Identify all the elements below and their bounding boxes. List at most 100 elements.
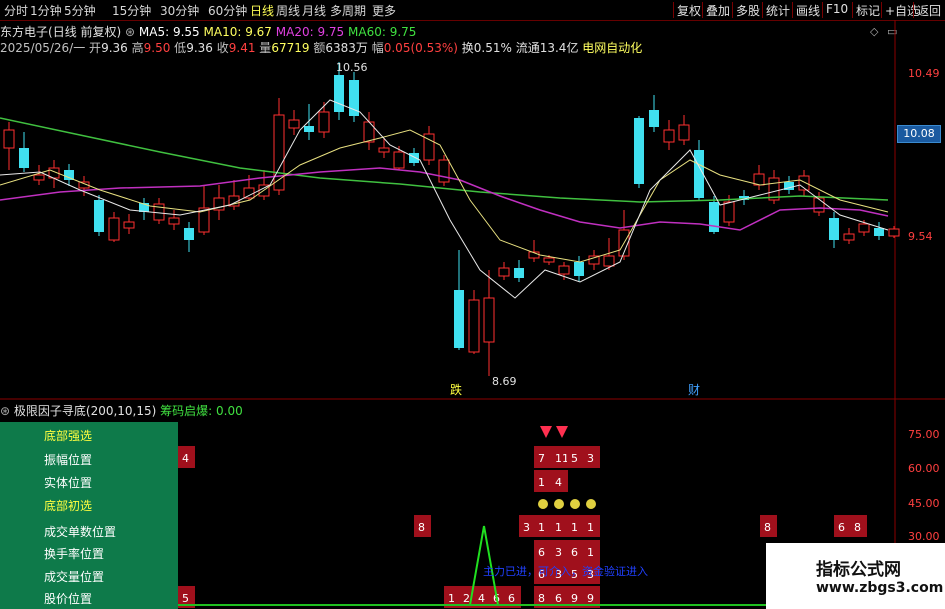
signal-cell-value: 6 <box>571 546 578 559</box>
legend-item-4: 成交单数位置 <box>44 525 117 539</box>
candle-body <box>753 173 765 186</box>
candle-body <box>393 151 405 169</box>
candle-body <box>243 187 255 199</box>
bomb-icon <box>586 499 596 509</box>
candle-body <box>123 221 135 229</box>
signal-cell-value: 4 <box>182 452 189 465</box>
signal-cell-value: 4 <box>478 592 485 605</box>
legend-item-5: 换手率位置 <box>44 547 105 561</box>
signal-cell-value: 5 <box>182 592 189 605</box>
legend-item-2: 实体位置 <box>44 476 93 490</box>
signal-cell-value: 8 <box>418 521 425 534</box>
candle-body <box>454 290 464 348</box>
price-axis-bottom: 9.54 <box>908 230 933 243</box>
candle-body <box>168 217 180 225</box>
candle-body <box>288 119 300 129</box>
candle-body <box>94 200 104 232</box>
signal-cell-value: 9 <box>587 592 594 605</box>
signal-cell-value: 6 <box>555 592 562 605</box>
signal-cell-value: 3 <box>587 452 594 465</box>
candle-body <box>498 267 510 277</box>
signal-cell-value: 8 <box>538 592 545 605</box>
candle-body <box>33 174 45 181</box>
bomb-icon <box>538 499 548 509</box>
site-watermark: 指标公式网 www.zbgs3.com <box>766 543 945 609</box>
candle-body <box>273 114 285 191</box>
candle-body <box>694 150 704 198</box>
bomb-icon <box>570 499 580 509</box>
candle-body <box>558 265 570 275</box>
candle-body <box>514 268 524 278</box>
candle-body <box>813 197 825 213</box>
candle-body <box>483 297 495 343</box>
signal-cell-value: 2 <box>463 592 470 605</box>
ind-axis-45: 45.00 <box>908 497 940 510</box>
signal-cell-value: 3 <box>555 546 562 559</box>
signal-cell-value: 3 <box>523 521 530 534</box>
candle-body <box>378 147 390 153</box>
signal-cell-value: 1 <box>538 521 545 534</box>
candle-body <box>723 201 735 223</box>
signal-cell-value: 11 <box>555 452 569 465</box>
signal-cell-value: 1 <box>571 521 578 534</box>
candle-body <box>334 75 344 112</box>
signal-cell-value: 7 <box>538 452 545 465</box>
legend-item-6: 成交量位置 <box>44 570 105 584</box>
signal-cell-value: 8 <box>854 521 861 534</box>
candle-body <box>649 110 659 127</box>
candle-body <box>543 257 555 263</box>
ind-axis-60: 60.00 <box>908 462 940 475</box>
candle-body <box>108 217 120 241</box>
candle-body <box>438 159 450 183</box>
candle-body <box>304 126 314 132</box>
signal-cell-value: 6 <box>538 546 545 559</box>
candle-body <box>363 121 375 143</box>
candle-body <box>858 223 870 233</box>
candle-body <box>409 153 419 163</box>
candle-body <box>19 148 29 168</box>
signal-cell-value: 4 <box>555 476 562 489</box>
candle-body <box>3 129 15 149</box>
candle-body <box>709 202 719 232</box>
signal-cell-value: 6 <box>838 521 845 534</box>
signal-cell-value: 1 <box>555 521 562 534</box>
legend-item-0: 底部强选 <box>44 429 93 443</box>
candle-body <box>318 111 330 133</box>
high-annotation: 10.56 <box>336 61 368 74</box>
signal-cell-value: 9 <box>571 592 578 605</box>
candle-body <box>603 255 615 267</box>
current-price-box: 10.08 <box>897 125 941 143</box>
ind-axis-75: 75.00 <box>908 428 940 441</box>
signal-cell-value: 1 <box>587 521 594 534</box>
legend-item-7: 股价位置 <box>44 592 93 606</box>
signal-cell-value: 1 <box>448 592 455 605</box>
bomb-icon <box>554 499 564 509</box>
watermark-url: www.zbgs3.com <box>816 580 944 596</box>
candle-body <box>574 262 584 276</box>
indicator-legend-panel: 底部强选振幅位置实体位置底部初选成交单数位置 换手率位置成交量位置股价位置 <box>0 422 178 609</box>
ind-axis-30: 30.00 <box>908 530 940 543</box>
watermark-title: 指标公式网 <box>816 560 901 580</box>
event-mark-finance[interactable]: 财 <box>688 383 700 397</box>
signal-cell-value: 5 <box>571 452 578 465</box>
candle-body <box>678 124 690 141</box>
candle-body <box>829 218 839 240</box>
price-axis-top: 10.49 <box>908 67 940 80</box>
candle-body <box>874 228 884 236</box>
candlestick-chart[interactable]: 10.56 8.69 跌 财 <box>0 0 945 400</box>
legend-item-3: 底部初选 <box>44 499 93 513</box>
legend-item-1: 振幅位置 <box>44 453 93 467</box>
candle-body <box>634 118 644 184</box>
candle-body <box>888 228 900 237</box>
event-mark-fall[interactable]: 跌 <box>450 382 462 397</box>
diamond-icon <box>540 426 552 438</box>
low-annotation: 8.69 <box>492 375 517 388</box>
signal-text: 主力已进，可介入，资金验证进入 <box>483 564 648 578</box>
candle-body <box>843 233 855 241</box>
signal-cell-value: 1 <box>587 546 594 559</box>
signal-cell-value: 1 <box>538 476 545 489</box>
candle-body <box>184 228 194 240</box>
candle-body <box>663 129 675 143</box>
signal-cell-value: 8 <box>764 521 771 534</box>
diamond-icon <box>556 426 568 438</box>
